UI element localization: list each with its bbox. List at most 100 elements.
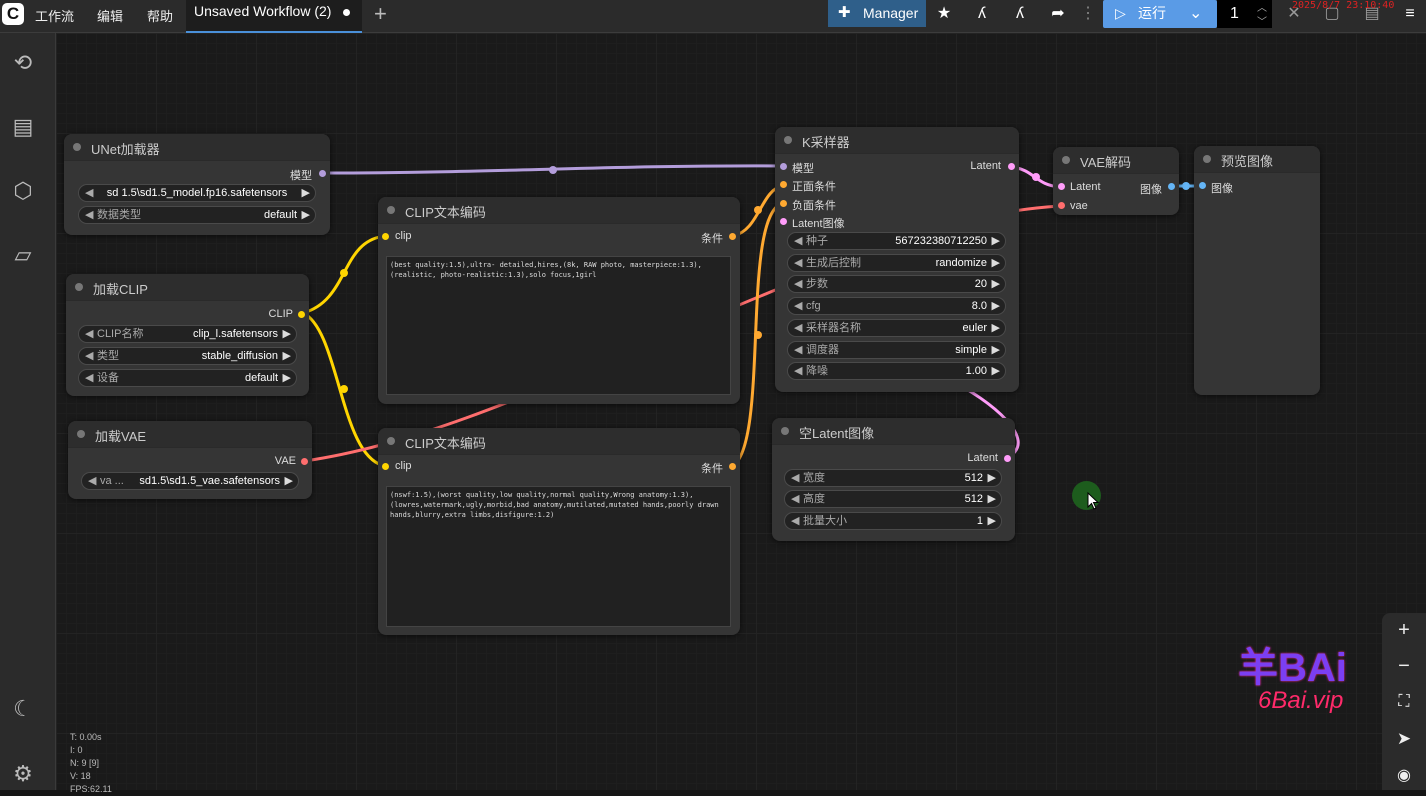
arrow-left-icon[interactable]: ◀ (794, 298, 802, 314)
height-widget[interactable]: ◀ 高度 512 ▶ (784, 490, 1002, 508)
arrow-left-icon[interactable]: ◀ (794, 233, 802, 249)
drag-handle-icon[interactable]: ⋮⋮ (1080, 3, 1112, 25)
sampler-name-widget[interactable]: ◀ 采样器名称 euler ▶ (787, 319, 1006, 337)
output-image-port[interactable] (1168, 183, 1175, 190)
node-ksampler[interactable]: K采样器 模型 正面条件 负面条件 Latent图像 Latent ◀ 种子 567… (775, 127, 1019, 392)
collapse-dot-icon[interactable] (73, 143, 81, 151)
arrow-left-icon[interactable]: ◀ (88, 473, 96, 489)
collapse-dot-icon[interactable] (1203, 155, 1211, 163)
collapse-dot-icon[interactable] (387, 206, 395, 214)
steps-widget[interactable]: ◀ 步数 20 ▶ (787, 275, 1006, 293)
cfg-widget[interactable]: ◀ cfg 8.0 ▶ (787, 297, 1006, 315)
node-unet-loader[interactable]: UNet加载器 模型 ◀ sd 1.5\sd1.5_model.fp16.saf… (64, 134, 330, 235)
workflows-folder-icon[interactable]: ▱ (8, 240, 38, 270)
arrow-right-icon[interactable]: ▶ (285, 473, 293, 489)
arrow-left-icon[interactable]: ◀ (85, 207, 93, 223)
output-cond-port[interactable] (729, 233, 736, 240)
input-latent-port[interactable] (780, 218, 787, 225)
node-header[interactable]: CLIP文本编码 (378, 197, 740, 224)
unsaved-dot-icon[interactable] (343, 9, 350, 16)
fit-view-icon[interactable]: ⛶ (1382, 693, 1426, 711)
share-icon[interactable]: ➦ (1044, 3, 1072, 25)
menu-edit[interactable]: 编辑 (97, 6, 123, 25)
input-positive-port[interactable] (780, 181, 787, 188)
arrow-left-icon[interactable]: ◀ (85, 326, 93, 342)
arrow-right-icon[interactable]: ▶ (988, 513, 996, 529)
queue-count-input[interactable]: 1 ︿ ﹀ (1217, 0, 1272, 28)
arrow-left-icon[interactable]: ◀ (794, 363, 802, 379)
vae-name-combo[interactable]: ◀ va ... sd1.5\sd1.5_vae.safetensors ▶ (81, 472, 299, 490)
zoom-in-icon[interactable]: + (1382, 619, 1426, 642)
unet-name-combo[interactable]: ◀ sd 1.5\sd1.5_model.fp16.safetensors ▶ (78, 184, 316, 202)
comfy-logo-icon[interactable]: C (2, 3, 24, 25)
weight-dtype-combo[interactable]: ◀ 数据类型 default ▶ (78, 206, 316, 224)
device-combo[interactable]: ◀ 设备 default ▶ (78, 369, 297, 387)
arrow-right-icon[interactable]: ▶ (302, 185, 310, 201)
node-map-icon[interactable]: ʎ (968, 3, 996, 25)
collapse-dot-icon[interactable] (75, 283, 83, 291)
arrow-left-icon[interactable]: ◀ (794, 276, 802, 292)
node-vae-decode[interactable]: VAE解码 Latent vae 图像 (1053, 147, 1179, 215)
collapse-dot-icon[interactable] (387, 437, 395, 445)
arrow-left-icon[interactable]: ◀ (791, 513, 799, 529)
node-header[interactable]: 空Latent图像 (772, 418, 1015, 445)
output-model-port[interactable] (319, 170, 326, 177)
arrow-right-icon[interactable]: ▶ (283, 370, 291, 386)
output-clip-port[interactable] (298, 311, 305, 318)
input-latent-port[interactable] (1058, 183, 1065, 190)
arrow-right-icon[interactable]: ▶ (283, 326, 291, 342)
menu-help[interactable]: 帮助 (147, 6, 173, 25)
zoom-out-icon[interactable]: − (1382, 655, 1426, 678)
hamburger-menu-icon[interactable]: ≡ (1396, 3, 1424, 25)
node-clip-text-positive[interactable]: CLIP文本编码 clip 条件 (best quality:1.5),ultr… (378, 197, 740, 404)
star-icon[interactable]: ★ (930, 3, 958, 25)
arrow-right-icon[interactable]: ▶ (992, 255, 1000, 271)
arrow-right-icon[interactable]: ▶ (302, 207, 310, 223)
arrow-left-icon[interactable]: ◀ (85, 348, 93, 364)
toggle-links-eye-icon[interactable]: ◉ (1382, 765, 1426, 785)
arrow-left-icon[interactable]: ◀ (791, 491, 799, 507)
arrow-right-icon[interactable]: ▶ (992, 342, 1000, 358)
clip-name-combo[interactable]: ◀ CLIP名称 clip_l.safetensors ▶ (78, 325, 297, 343)
seed-widget[interactable]: ◀ 种子 567232380712250 ▶ (787, 232, 1006, 250)
arrow-left-icon[interactable]: ◀ (794, 320, 802, 336)
node-header[interactable]: 加载VAE (68, 421, 312, 448)
input-image-port[interactable] (1199, 182, 1206, 189)
width-widget[interactable]: ◀ 宽度 512 ▶ (784, 469, 1002, 487)
arrow-right-icon[interactable]: ▶ (988, 470, 996, 486)
positive-prompt-textarea[interactable]: (best quality:1.5),ultra- detailed,hires… (386, 256, 731, 395)
batch-size-widget[interactable]: ◀ 批量大小 1 ▶ (784, 512, 1002, 530)
menu-workflow[interactable]: 工作流 (35, 6, 74, 25)
node-map-alt-icon[interactable]: ʎ (1006, 3, 1034, 25)
output-latent-port[interactable] (1008, 163, 1015, 170)
input-clip-port[interactable] (382, 463, 389, 470)
history-icon[interactable]: ⟲ (8, 48, 38, 78)
node-header[interactable]: UNet加载器 (64, 134, 330, 161)
arrow-right-icon[interactable]: ▶ (992, 233, 1000, 249)
arrow-left-icon[interactable]: ◀ (85, 370, 93, 386)
arrow-right-icon[interactable]: ▶ (988, 491, 996, 507)
tab-workflow[interactable]: Unsaved Workflow (2) (186, 0, 362, 33)
output-latent-port[interactable] (1004, 455, 1011, 462)
collapse-dot-icon[interactable] (77, 430, 85, 438)
node-empty-latent[interactable]: 空Latent图像 Latent ◀ 宽度 512 ▶ ◀ 高度 512 ▶ ◀ 批量大小 1 ▶ (772, 418, 1015, 541)
node-header[interactable]: K采样器 (775, 127, 1019, 154)
clip-type-combo[interactable]: ◀ 类型 stable_diffusion ▶ (78, 347, 297, 365)
node-clip-loader[interactable]: 加载CLIP CLIP ◀ CLIP名称 clip_l.safetensors ▶ … (66, 274, 309, 396)
chevron-down-icon[interactable]: ⌄ (1189, 0, 1202, 27)
negative-prompt-textarea[interactable]: (nswf:1.5),(worst quality,low quality,no… (386, 486, 731, 627)
collapse-dot-icon[interactable] (1062, 156, 1070, 164)
output-vae-port[interactable] (301, 458, 308, 465)
theme-moon-icon[interactable]: ☾ (8, 694, 38, 724)
arrow-right-icon[interactable]: ▶ (992, 276, 1000, 292)
node-vae-loader[interactable]: 加载VAE VAE ◀ va ... sd1.5\sd1.5_vae.safete… (68, 421, 312, 499)
input-model-port[interactable] (780, 163, 787, 170)
arrow-right-icon[interactable]: ▶ (992, 320, 1000, 336)
input-clip-port[interactable] (382, 233, 389, 240)
node-header[interactable]: VAE解码 (1053, 147, 1179, 174)
arrow-right-icon[interactable]: ▶ (992, 298, 1000, 314)
node-header[interactable]: 预览图像 (1194, 146, 1320, 173)
arrow-right-icon[interactable]: ▶ (992, 363, 1000, 379)
control-after-generate-widget[interactable]: ◀ 生成后控制 randomize ▶ (787, 254, 1006, 272)
node-clip-text-negative[interactable]: CLIP文本编码 clip 条件 (nswf:1.5),(worst quali… (378, 428, 740, 635)
